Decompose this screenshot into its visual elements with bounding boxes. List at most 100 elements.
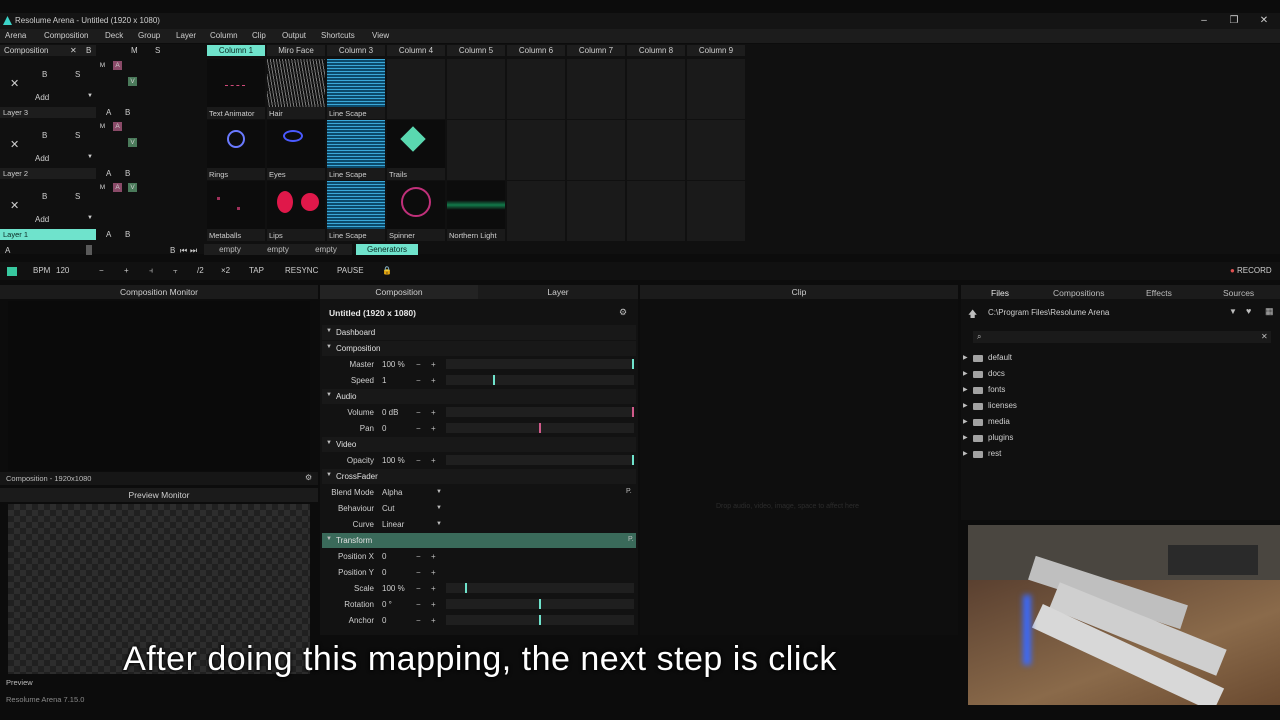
layer-solo-button[interactable]: S [75,70,80,79]
double-bpm-button[interactable]: ×2 [221,266,230,275]
param-dropdown-value[interactable]: Cut [382,504,394,513]
clip-cell[interactable]: Metaballs [207,181,265,241]
layer-name-selected[interactable]: Layer 1 [3,230,28,239]
menu-layer[interactable]: Layer [176,31,196,40]
menu-arena[interactable]: Arena [5,31,26,40]
param-value[interactable]: 0 ° [382,600,392,609]
expand-arrow-icon[interactable]: ▶ [963,418,968,425]
increment-button[interactable]: + [431,424,436,433]
folder-item[interactable]: ▶ default [963,352,1273,366]
expand-arrow-icon[interactable]: ▶ [963,402,968,409]
chevron-down-icon[interactable]: ▼ [436,489,442,495]
layer-solo-button[interactable]: S [75,192,80,201]
layer-bypass-button[interactable]: B [42,192,47,201]
decrement-button[interactable]: − [416,376,421,385]
a-button[interactable]: A [113,61,122,70]
folder-item[interactable]: ▶ docs [963,368,1273,382]
nudge-forward-icon[interactable]: ⫟ [173,266,178,276]
lock-icon[interactable]: 🔒 [382,266,392,275]
folder-up-icon[interactable]: 🡅 [968,307,977,323]
param-value[interactable]: 1 [382,376,386,385]
folder-item[interactable]: ▶ rest [963,448,1273,462]
chevron-down-icon[interactable]: ▼ [326,536,332,542]
composition-monitor-view[interactable] [8,301,310,471]
menu-view[interactable]: View [372,31,389,40]
slider-handle[interactable] [632,407,634,417]
v-button[interactable]: V [128,183,137,192]
expand-arrow-icon[interactable]: ▶ [963,450,968,457]
layer-clear-button[interactable]: ✕ [10,138,19,151]
browser-path[interactable]: C:\Program Files\Resolume Arena [988,308,1109,317]
empty-clip-slot[interactable] [387,59,445,119]
crossfade-a-button[interactable]: A [106,108,111,117]
param-value[interactable]: 0 [382,552,386,561]
empty-clip-slot[interactable] [507,181,565,241]
folder-item[interactable]: ▶ plugins [963,432,1273,446]
half-bpm-button[interactable]: /2 [197,266,204,275]
slider-handle[interactable] [493,375,495,385]
column-header[interactable]: Column 9 [687,45,745,56]
slider-handle[interactable] [632,359,634,369]
mute-button[interactable]: M [98,183,107,192]
clip-cell[interactable]: Lips [267,181,325,241]
param-dropdown-value[interactable]: Linear [382,520,404,529]
preset-button[interactable]: P. [626,488,632,495]
increment-button[interactable]: + [431,376,436,385]
clip-cell[interactable]: Line Scape [327,59,385,119]
a-button[interactable]: A [113,183,122,192]
menu-clip[interactable]: Clip [252,31,266,40]
column-header[interactable]: Column 3 [327,45,385,56]
crossfade-a-button[interactable]: A [106,230,111,239]
increment-button[interactable]: + [431,584,436,593]
close-button[interactable]: ✕ [1256,14,1272,28]
clear-search-icon[interactable]: ✕ [1261,332,1268,341]
slider-handle[interactable] [539,599,541,609]
v-button[interactable]: V [128,77,137,86]
folder-item[interactable]: ▶ fonts [963,384,1273,398]
menu-shortcuts[interactable]: Shortcuts [321,31,355,40]
bpm-value[interactable]: 120 [56,266,69,275]
column-header[interactable]: Column 5 [447,45,505,56]
param-slider[interactable] [446,455,634,465]
record-button[interactable]: RECORD [1237,266,1272,275]
clip-cell[interactable]: Spinner [387,181,445,241]
slider-handle[interactable] [539,615,541,625]
tab-sources[interactable]: Sources [1223,288,1254,298]
comp-bypass-button[interactable]: B [86,45,91,56]
v-button[interactable]: V [128,138,137,147]
column-header[interactable]: Column 6 [507,45,565,56]
chevron-down-icon[interactable]: ▼ [1229,307,1237,316]
crossfade-a-button[interactable]: A [106,169,111,178]
layer-bypass-button[interactable]: B [42,70,47,79]
comp-mute-button[interactable]: M [131,46,138,55]
folder-item[interactable]: ▶ media [963,416,1273,430]
crossfade-b-button[interactable]: B [125,108,130,117]
a-button[interactable]: A [113,122,122,131]
expand-arrow-icon[interactable]: ▶ [963,354,968,361]
decrement-button[interactable]: − [416,360,421,369]
layer-bypass-button[interactable]: B [42,131,47,140]
menu-group[interactable]: Group [138,31,160,40]
empty-clip-slot[interactable] [627,120,685,180]
clip-cell[interactable]: Trails [387,120,445,180]
empty-clip-slot[interactable] [687,59,745,119]
empty-clip-slot[interactable] [507,120,565,180]
column-header[interactable]: Column 7 [567,45,625,56]
clip-cell[interactable]: Rings [207,120,265,180]
minimize-button[interactable]: – [1196,14,1212,28]
param-slider[interactable] [446,407,634,417]
tab-files[interactable]: Files [991,288,1009,298]
empty-clip-slot[interactable] [687,181,745,241]
deck-tab-active[interactable]: Generators [356,244,418,255]
menu-output[interactable]: Output [282,31,306,40]
decrement-button[interactable]: − [416,568,421,577]
empty-clip-slot[interactable] [447,120,505,180]
layer-solo-button[interactable]: S [75,131,80,140]
clip-cell[interactable]: Text Animator [207,59,265,119]
chevron-down-icon[interactable]: ▼ [87,154,93,160]
tab-effects[interactable]: Effects [1146,288,1172,298]
gear-icon[interactable]: ⚙ [305,473,312,482]
param-slider[interactable] [446,359,634,369]
gear-icon[interactable]: ⚙ [619,307,627,318]
layer-clear-button[interactable]: ✕ [10,199,19,212]
